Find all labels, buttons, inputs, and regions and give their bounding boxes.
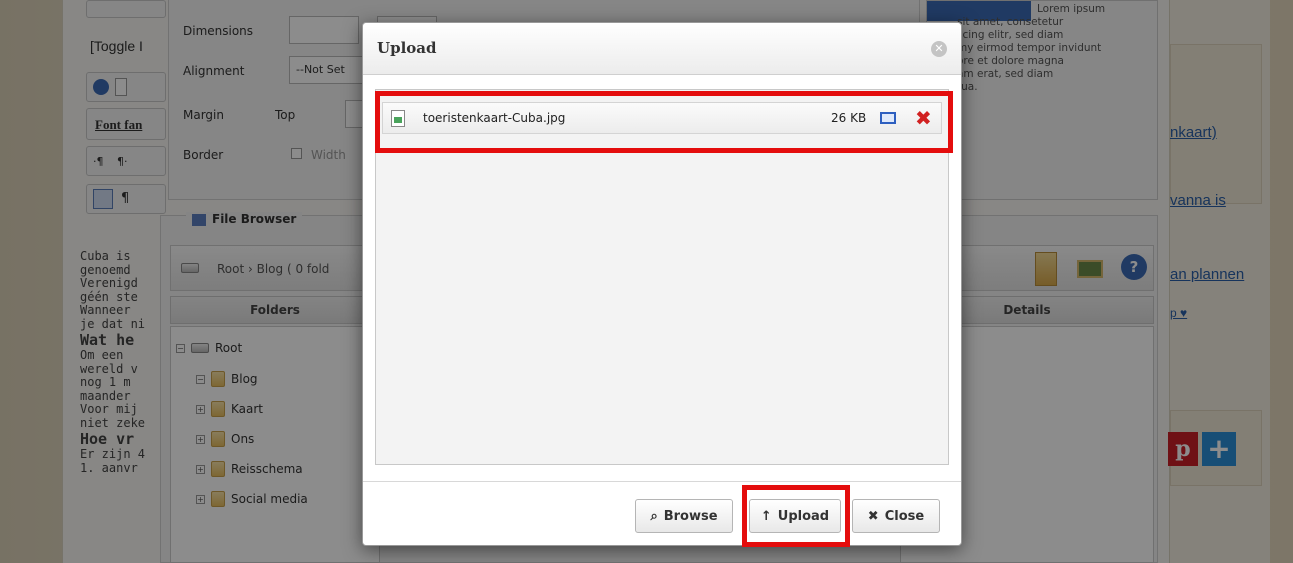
close-icon: ✖ — [867, 508, 879, 524]
upload-dialog: Upload ✕ toeristenkaart-Cuba.jpg 26 KB ✖… — [362, 22, 962, 547]
search-icon: ⌕ — [650, 508, 658, 524]
close-button[interactable]: ✖ Close — [852, 499, 940, 533]
dialog-close-icon[interactable]: ✕ — [931, 41, 947, 57]
upload-dialog-header: Upload ✕ — [363, 23, 961, 75]
highlight-upload-button — [742, 485, 850, 547]
highlight-file-row — [375, 91, 953, 153]
browse-button-label: Browse — [663, 508, 718, 524]
upload-dialog-title: Upload — [377, 39, 437, 57]
close-button-label: Close — [884, 508, 925, 524]
browse-button[interactable]: ⌕ Browse — [635, 499, 733, 533]
